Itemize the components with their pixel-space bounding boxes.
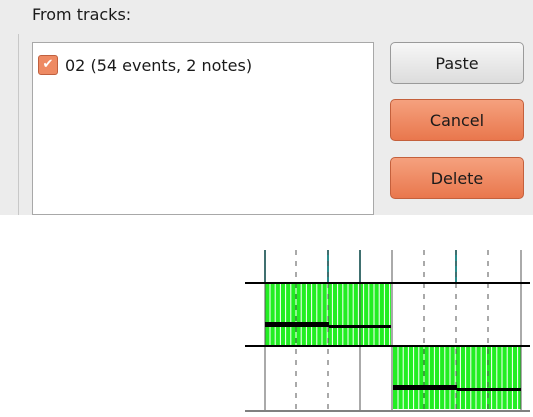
delete-button[interactable]: Delete xyxy=(390,157,524,199)
track-selection-dialog: From tracks: ✔ 02 (54 events, 2 notes) P… xyxy=(0,0,533,215)
from-tracks-label: From tracks: xyxy=(30,0,134,30)
piano-roll-preview xyxy=(245,250,530,412)
track-list[interactable]: ✔ 02 (54 events, 2 notes) xyxy=(32,42,374,215)
event-block-lane-1 xyxy=(265,284,391,345)
track-list-item[interactable]: ✔ 02 (54 events, 2 notes) xyxy=(38,52,252,78)
group-box-border xyxy=(18,34,19,215)
paste-button[interactable]: Paste xyxy=(390,42,524,84)
track-item-label: 02 (54 events, 2 notes) xyxy=(65,55,253,75)
cancel-button[interactable]: Cancel xyxy=(390,99,524,141)
track-checkbox[interactable]: ✔ xyxy=(38,55,58,75)
